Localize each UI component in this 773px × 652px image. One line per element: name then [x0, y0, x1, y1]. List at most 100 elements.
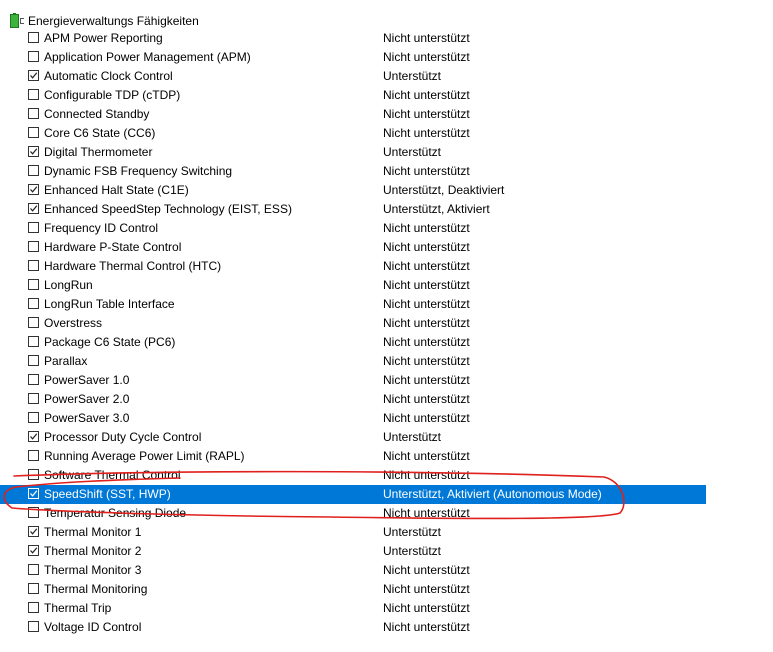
feature-row[interactable]: Parallax Nicht unterstützt — [0, 352, 706, 371]
feature-row[interactable]: Connected Standby Nicht unterstützt — [0, 105, 706, 124]
feature-name: Voltage ID Control — [44, 620, 142, 634]
feature-checkbox[interactable] — [28, 412, 39, 423]
feature-checkbox[interactable] — [28, 431, 39, 442]
feature-row[interactable]: Thermal Monitor 2 Unterstützt — [0, 542, 706, 561]
feature-checkbox[interactable] — [28, 488, 39, 499]
feature-row[interactable]: APM Power Reporting Nicht unterstützt — [0, 29, 706, 48]
feature-row[interactable]: Dynamic FSB Frequency Switching Nicht unt… — [0, 162, 706, 181]
feature-checkbox[interactable] — [28, 564, 39, 575]
feature-row[interactable]: Configurable TDP (cTDP) Nicht unterstützt — [0, 86, 706, 105]
feature-row[interactable]: Frequency ID Control Nicht unterstützt — [0, 219, 706, 238]
feature-status: Nicht unterstützt — [383, 126, 470, 140]
feature-status: Unterstützt — [383, 145, 442, 159]
feature-checkbox[interactable] — [28, 336, 39, 347]
feature-name: Parallax — [44, 354, 88, 368]
feature-checkbox[interactable] — [28, 298, 39, 309]
feature-name: Core C6 State (CC6) — [44, 126, 156, 140]
feature-name: Temperatur Sensing Diode — [44, 506, 187, 520]
feature-checkbox[interactable] — [28, 241, 39, 252]
feature-status: Nicht unterstützt — [383, 468, 470, 482]
feature-checkbox[interactable] — [28, 317, 39, 328]
feature-checkbox[interactable] — [28, 355, 39, 366]
section-title: Energieverwaltungs Fähigkeiten — [28, 13, 199, 28]
feature-name: SpeedShift (SST, HWP) — [44, 487, 171, 501]
feature-checkbox[interactable] — [28, 469, 39, 480]
feature-row[interactable]: Processor Duty Cycle Control Unterstützt — [0, 428, 706, 447]
feature-status: Nicht unterstützt — [383, 392, 470, 406]
feature-row[interactable]: Enhanced Halt State (C1E) Unterstützt, De… — [0, 181, 706, 200]
feature-status: Nicht unterstützt — [383, 164, 470, 178]
feature-status: Nicht unterstützt — [383, 373, 470, 387]
feature-name: Dynamic FSB Frequency Switching — [44, 164, 233, 178]
feature-row[interactable]: Digital Thermometer Unterstützt — [0, 143, 706, 162]
feature-name: Hardware Thermal Control (HTC) — [44, 259, 222, 273]
feature-row[interactable]: Hardware Thermal Control (HTC) Nicht unte… — [0, 257, 706, 276]
feature-checkbox[interactable] — [28, 146, 39, 157]
feature-row[interactable]: Thermal Trip Nicht unterstützt — [0, 599, 706, 618]
feature-status: Nicht unterstützt — [383, 297, 470, 311]
feature-checkbox[interactable] — [28, 545, 39, 556]
feature-checkbox[interactable] — [28, 203, 39, 214]
feature-row[interactable]: Core C6 State (CC6) Nicht unterstützt — [0, 124, 706, 143]
feature-checkbox[interactable] — [28, 602, 39, 613]
feature-checkbox[interactable] — [28, 165, 39, 176]
feature-status: Nicht unterstützt — [383, 335, 470, 349]
feature-name: LongRun Table Interface — [44, 297, 175, 311]
feature-row[interactable]: Voltage ID Control Nicht unterstützt — [0, 618, 706, 637]
checkmark-icon — [30, 72, 38, 79]
battery-plug-icon — [8, 12, 25, 29]
feature-checkbox[interactable] — [28, 260, 39, 271]
feature-checkbox[interactable] — [28, 108, 39, 119]
feature-row[interactable]: PowerSaver 2.0 Nicht unterstützt — [0, 390, 706, 409]
feature-name: Configurable TDP (cTDP) — [44, 88, 181, 102]
feature-name: Enhanced SpeedStep Technology (EIST, ESS… — [44, 202, 292, 216]
feature-status: Nicht unterstützt — [383, 278, 470, 292]
feature-status: Unterstützt, Aktiviert — [383, 202, 490, 216]
feature-row[interactable]: Temperatur Sensing Diode Nicht unterstütz… — [0, 504, 706, 523]
feature-name: Overstress — [44, 316, 103, 330]
feature-checkbox[interactable] — [28, 279, 39, 290]
feature-status: Nicht unterstützt — [383, 316, 470, 330]
feature-checkbox[interactable] — [28, 70, 39, 81]
feature-row[interactable]: SpeedShift (SST, HWP) Unterstützt, Aktivi… — [0, 485, 706, 504]
feature-checkbox[interactable] — [28, 507, 39, 518]
feature-row[interactable]: LongRun Table Interface Nicht unterstützt — [0, 295, 706, 314]
feature-checkbox[interactable] — [28, 526, 39, 537]
feature-list: APM Power Reporting Nicht unterstützt Appl… — [0, 29, 773, 637]
feature-row[interactable]: Thermal Monitoring Nicht unterstützt — [0, 580, 706, 599]
feature-row[interactable]: Thermal Monitor 1 Unterstützt — [0, 523, 706, 542]
feature-checkbox[interactable] — [28, 621, 39, 632]
checkmark-icon — [30, 148, 38, 155]
feature-row[interactable]: Application Power Management (APM) Nicht … — [0, 48, 706, 67]
feature-checkbox[interactable] — [28, 127, 39, 138]
feature-checkbox[interactable] — [28, 184, 39, 195]
feature-checkbox[interactable] — [28, 222, 39, 233]
feature-name: PowerSaver 3.0 — [44, 411, 130, 425]
section-header[interactable]: Energieverwaltungs Fähigkeiten — [8, 11, 199, 30]
feature-row[interactable]: Hardware P-State Control Nicht unterstütz… — [0, 238, 706, 257]
feature-row[interactable]: Package C6 State (PC6) Nicht unterstützt — [0, 333, 706, 352]
feature-row[interactable]: Software Thermal Control Nicht unterstütz… — [0, 466, 706, 485]
feature-name: APM Power Reporting — [44, 31, 163, 45]
feature-status: Nicht unterstützt — [383, 449, 470, 463]
feature-checkbox[interactable] — [28, 374, 39, 385]
feature-checkbox[interactable] — [28, 32, 39, 43]
feature-row[interactable]: PowerSaver 1.0 Nicht unterstützt — [0, 371, 706, 390]
feature-status: Nicht unterstützt — [383, 601, 470, 615]
feature-name: LongRun — [44, 278, 93, 292]
feature-row[interactable]: Running Average Power Limit (RAPL) Nicht … — [0, 447, 706, 466]
feature-row[interactable]: Enhanced SpeedStep Technology (EIST, ESS… — [0, 200, 706, 219]
feature-row[interactable]: LongRun Nicht unterstützt — [0, 276, 706, 295]
feature-status: Unterstützt — [383, 430, 442, 444]
feature-checkbox[interactable] — [28, 51, 39, 62]
feature-row[interactable]: Overstress Nicht unterstützt — [0, 314, 706, 333]
feature-row[interactable]: PowerSaver 3.0 Nicht unterstützt — [0, 409, 706, 428]
feature-checkbox[interactable] — [28, 450, 39, 461]
feature-status: Nicht unterstützt — [383, 582, 470, 596]
feature-row[interactable]: Automatic Clock Control Unterstützt — [0, 67, 706, 86]
feature-checkbox[interactable] — [28, 393, 39, 404]
feature-checkbox[interactable] — [28, 89, 39, 100]
feature-name: PowerSaver 2.0 — [44, 392, 130, 406]
feature-row[interactable]: Thermal Monitor 3 Nicht unterstützt — [0, 561, 706, 580]
feature-checkbox[interactable] — [28, 583, 39, 594]
